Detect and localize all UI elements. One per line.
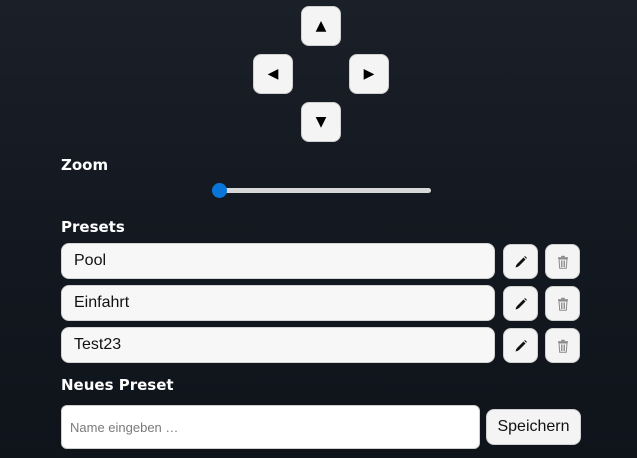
edit-preset-button[interactable]: [503, 328, 538, 363]
edit-preset-button[interactable]: [503, 244, 538, 279]
zoom-slider[interactable]: [212, 183, 431, 199]
trash-icon: [557, 297, 568, 311]
pan-right-button[interactable]: ▶: [349, 54, 389, 94]
preset-name-input[interactable]: [61, 405, 480, 449]
zoom-slider-thumb[interactable]: [212, 183, 227, 198]
arrow-up-icon: ▲: [315, 18, 327, 34]
arrow-left-icon: ◀: [267, 66, 279, 82]
pan-up-button[interactable]: ▲: [301, 6, 341, 46]
zoom-label: Zoom: [61, 156, 109, 174]
preset-row: Einfahrt: [61, 285, 581, 321]
trash-icon: [557, 339, 568, 353]
preset-name[interactable]: Einfahrt: [61, 285, 495, 321]
preset-row: Pool: [61, 243, 581, 279]
pan-down-button[interactable]: ▼: [301, 102, 341, 142]
presets-label: Presets: [61, 218, 125, 236]
arrow-down-icon: ▼: [315, 114, 327, 130]
pencil-icon: [515, 255, 527, 267]
preset-name[interactable]: Test23: [61, 327, 495, 363]
save-button[interactable]: Speichern: [486, 409, 581, 445]
preset-name[interactable]: Pool: [61, 243, 495, 279]
delete-preset-button[interactable]: [545, 286, 580, 321]
zoom-slider-track[interactable]: [212, 188, 431, 193]
new-preset-label: Neues Preset: [61, 376, 174, 394]
arrow-right-icon: ▶: [363, 66, 375, 82]
delete-preset-button[interactable]: [545, 244, 580, 279]
pencil-icon: [515, 339, 527, 351]
pan-left-button[interactable]: ◀: [253, 54, 293, 94]
preset-row: Test23: [61, 327, 581, 363]
pencil-icon: [515, 297, 527, 309]
edit-preset-button[interactable]: [503, 286, 538, 321]
delete-preset-button[interactable]: [545, 328, 580, 363]
trash-icon: [557, 255, 568, 269]
